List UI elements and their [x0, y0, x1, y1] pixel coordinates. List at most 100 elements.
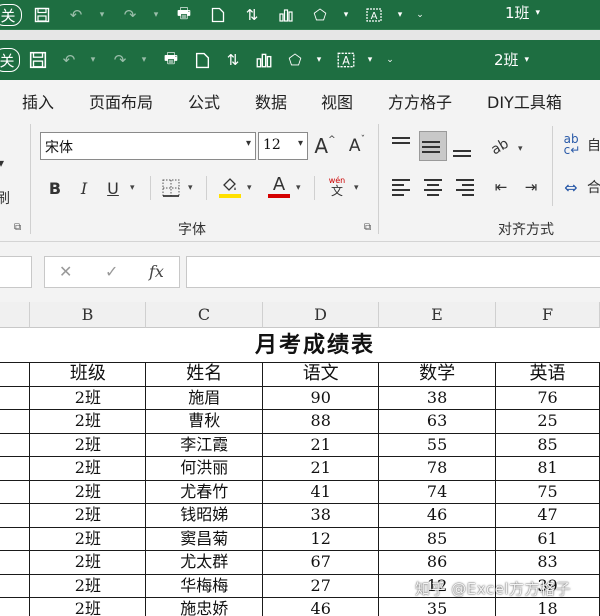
table-cell[interactable]: 38 [378, 385, 497, 410]
redo-dropdown-icon[interactable]: ▾ [150, 4, 162, 26]
table-cell[interactable]: 2班 [29, 432, 147, 457]
shapes-dropdown-icon[interactable]: ▾ [313, 48, 325, 72]
cell-a[interactable] [0, 432, 31, 457]
chart-icon[interactable] [272, 4, 300, 26]
bold-button[interactable]: B [46, 176, 64, 200]
redo-icon[interactable]: ↷ [107, 48, 133, 72]
chevron-down-icon[interactable]: ▾ [298, 138, 303, 149]
textbox-icon[interactable]: A [333, 48, 359, 72]
table-cell[interactable]: 46 [262, 597, 380, 616]
textbox-dropdown-icon[interactable]: ▾ [364, 48, 376, 72]
underline-button[interactable]: U [104, 176, 122, 200]
tab-insert[interactable]: 插入 [22, 89, 54, 113]
table-cell[interactable]: 83 [495, 550, 600, 575]
wrap-text-icon[interactable]: ab c↵ [562, 133, 582, 156]
header-cell[interactable]: 班级 [29, 362, 147, 387]
new-document-icon[interactable] [189, 48, 215, 72]
decrease-font-size-button[interactable]: Aˇ [346, 132, 368, 160]
tab-fangfang-gezi[interactable]: 方方格子 [388, 89, 452, 113]
table-cell[interactable]: 尤春竹 [145, 479, 264, 504]
textbox-dropdown-icon[interactable]: ▾ [394, 4, 406, 26]
align-bottom-icon[interactable] [453, 142, 475, 164]
table-cell[interactable]: 何洪丽 [145, 456, 264, 481]
cancel-icon[interactable]: ✕ [59, 262, 72, 281]
header-cell[interactable]: 数学 [378, 362, 497, 387]
file-badge[interactable]: 关 [0, 4, 22, 26]
chevron-down-icon[interactable]: ▾ [536, 8, 541, 18]
table-cell[interactable]: 钱昭娣 [145, 503, 264, 528]
chevron-down-icon[interactable]: ▾ [130, 183, 135, 193]
table-cell[interactable]: 85 [378, 526, 497, 551]
tab-view[interactable]: 视图 [321, 89, 353, 113]
column-header-C[interactable]: C [146, 302, 263, 328]
cell-a[interactable] [0, 597, 31, 616]
chevron-down-icon[interactable]: ▾ [518, 144, 523, 154]
table-cell[interactable]: 窦昌菊 [145, 526, 264, 551]
redo-dropdown-icon[interactable]: ▾ [138, 48, 150, 72]
shapes-dropdown-icon[interactable]: ▾ [340, 4, 352, 26]
decrease-indent-icon[interactable]: ⇤ [490, 176, 512, 198]
undo-dropdown-icon[interactable]: ▾ [87, 48, 99, 72]
table-cell[interactable]: 施眉 [145, 385, 264, 410]
borders-icon[interactable] [160, 176, 182, 200]
table-cell[interactable]: 华梅梅 [145, 573, 264, 598]
chart-icon[interactable] [251, 48, 277, 72]
sort-icon[interactable]: ⇅ [238, 4, 266, 26]
customize-qat-icon[interactable]: ⌄ [414, 4, 426, 26]
name-box[interactable] [0, 256, 32, 288]
save-icon[interactable] [25, 48, 51, 72]
chevron-down-icon[interactable]: ▾ [188, 183, 193, 193]
tab-diy-toolbox[interactable]: DIY工具箱 [487, 89, 562, 113]
table-cell[interactable]: 25 [495, 409, 600, 434]
table-cell[interactable]: 75 [495, 479, 600, 504]
chevron-down-icon[interactable]: ▾ [525, 55, 530, 65]
column-header-E[interactable]: E [379, 302, 496, 328]
table-cell[interactable]: 12 [262, 526, 380, 551]
table-cell[interactable]: 2班 [29, 479, 147, 504]
clipboard-dropdown-icon[interactable]: ▾ [0, 156, 4, 170]
cell-a[interactable] [0, 362, 31, 387]
table-cell[interactable]: 63 [378, 409, 497, 434]
font-size-select[interactable]: 12 ▾ [258, 132, 308, 160]
tab-formulas[interactable]: 公式 [188, 89, 220, 113]
increase-indent-icon[interactable]: ⇥ [520, 176, 542, 198]
redo-icon[interactable]: ↷ [116, 4, 144, 26]
table-cell[interactable]: 2班 [29, 526, 147, 551]
cell-a[interactable] [0, 479, 31, 504]
new-document-icon[interactable] [204, 4, 232, 26]
table-cell[interactable]: 李江霞 [145, 432, 264, 457]
align-center-icon[interactable] [422, 176, 444, 198]
table-cell[interactable]: 85 [495, 432, 600, 457]
file-badge[interactable]: 关 [0, 48, 20, 72]
table-cell[interactable]: 74 [378, 479, 497, 504]
textbox-icon[interactable]: A [360, 4, 388, 26]
align-middle-icon[interactable] [422, 136, 444, 158]
worksheet-grid[interactable]: B C D E F 月考成绩表 班级 姓名 语文 数学 英语 2班 施眉 90 38 76 2班 曹秋… [0, 302, 600, 616]
print-preview-icon[interactable]: 🖶 [170, 4, 198, 26]
cell-a[interactable] [0, 409, 31, 434]
column-header-A[interactable] [0, 302, 30, 328]
header-cell[interactable]: 语文 [262, 362, 380, 387]
table-cell[interactable]: 27 [262, 573, 380, 598]
chevron-down-icon[interactable]: ▾ [296, 183, 301, 193]
table-cell[interactable]: 21 [262, 456, 380, 481]
table-cell[interactable]: 47 [495, 503, 600, 528]
column-header-F[interactable]: F [496, 302, 600, 328]
table-cell[interactable]: 55 [378, 432, 497, 457]
column-header-D[interactable]: D [263, 302, 379, 328]
cell-a[interactable] [0, 526, 31, 551]
italic-button[interactable]: I [76, 176, 92, 200]
undo-icon[interactable]: ↶ [56, 48, 82, 72]
chevron-down-icon[interactable]: ▾ [247, 183, 252, 193]
table-cell[interactable]: 尤太群 [145, 550, 264, 575]
table-cell[interactable]: 61 [495, 526, 600, 551]
table-cell[interactable]: 2班 [29, 573, 147, 598]
table-cell[interactable]: 2班 [29, 503, 147, 528]
align-top-icon[interactable] [392, 132, 414, 154]
table-cell[interactable]: 88 [262, 409, 380, 434]
table-cell[interactable]: 38 [262, 503, 380, 528]
chevron-down-icon[interactable]: ▾ [354, 183, 359, 193]
format-painter-label[interactable]: 刷 [0, 188, 10, 208]
align-left-icon[interactable] [392, 176, 414, 198]
table-cell[interactable]: 曹秋 [145, 409, 264, 434]
